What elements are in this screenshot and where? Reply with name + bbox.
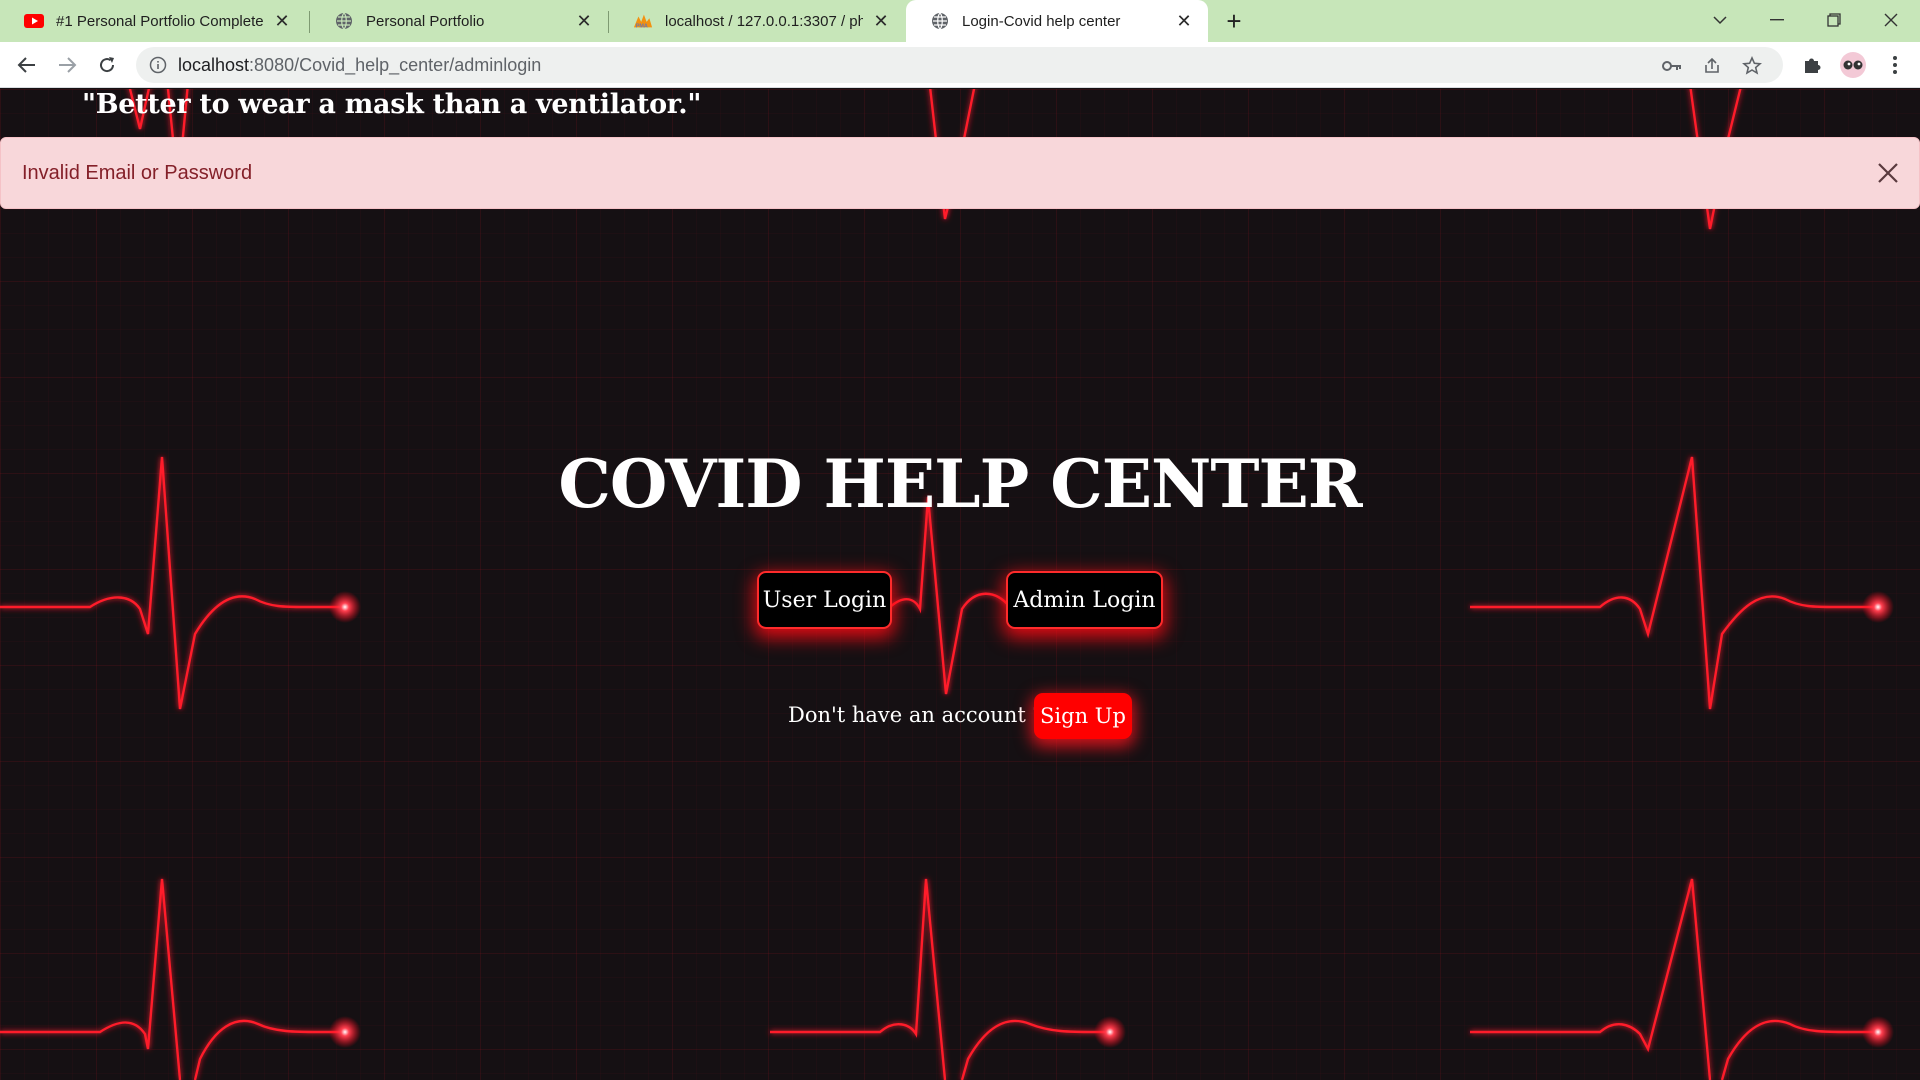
minimize-button[interactable] <box>1749 0 1805 40</box>
ecg-trace <box>1720 1019 1878 1080</box>
url-path: :8080/Covid_help_center/adminlogin <box>249 55 542 75</box>
url-text[interactable]: localhost:8080/Covid_help_center/adminlo… <box>178 55 541 76</box>
ecg-glow-dots <box>329 591 1894 1048</box>
page-viewport: "Better to wear a mask than a ventilator… <box>0 89 1920 1080</box>
ecg-trace <box>1470 878 1712 1080</box>
admin-login-button[interactable]: Admin Login <box>1006 571 1163 629</box>
minimize-icon <box>1770 19 1784 21</box>
forward-button[interactable] <box>51 49 83 81</box>
back-button[interactable] <box>11 49 43 81</box>
kebab-menu-icon[interactable] <box>1883 53 1907 77</box>
tab-search-button[interactable] <box>1692 0 1748 40</box>
glasses-avatar-icon <box>1843 60 1863 70</box>
new-tab-button[interactable]: + <box>1220 6 1248 36</box>
close-icon <box>1884 13 1898 27</box>
close-icon[interactable] <box>1875 160 1901 186</box>
tab-phpmyadmin[interactable]: PMA localhost / 127.0.0.1:3307 / pharmac… <box>609 0 905 42</box>
signup-row: Don't have an account ? Sign Up <box>0 691 1920 743</box>
ecg-heartbeat-background <box>0 89 1894 1080</box>
arrow-right-icon <box>59 57 77 73</box>
ecg-trace <box>770 878 947 1080</box>
tab-label: #1 Personal Portfolio Complete Website <box>56 12 264 30</box>
tab-label: Personal Portfolio <box>366 12 485 30</box>
mask-quote: "Better to wear a mask than a ventilator… <box>82 89 702 120</box>
reload-button[interactable] <box>91 49 123 81</box>
key-icon[interactable] <box>1661 55 1683 77</box>
address-bar[interactable]: localhost:8080/Covid_help_center/adminlo… <box>136 47 1783 83</box>
tab-login-covid[interactable]: Login-Covid help center ✕ <box>906 0 1208 42</box>
ecg-glow-dot <box>329 591 361 623</box>
close-window-button[interactable] <box>1863 0 1919 40</box>
globe-icon <box>930 11 950 31</box>
ecg-glow-dot <box>1862 591 1894 623</box>
url-host: localhost <box>178 55 250 75</box>
page-title: COVID HELP CENTER <box>558 445 1362 523</box>
browser-toolbar: localhost:8080/Covid_help_center/adminlo… <box>0 42 1920 88</box>
close-icon[interactable]: ✕ <box>1174 11 1194 31</box>
no-account-text: Don't have an account ? <box>788 703 1044 727</box>
close-icon[interactable]: ✕ <box>272 11 292 31</box>
ecg-trace <box>960 1019 1110 1080</box>
extensions-puzzle-icon[interactable] <box>1800 53 1824 77</box>
arrow-left-icon <box>17 57 35 73</box>
tab-portfolio-video[interactable]: #1 Personal Portfolio Complete Website ✕ <box>0 0 306 42</box>
alert-message: Invalid Email or Password <box>22 162 253 184</box>
profile-avatar[interactable] <box>1840 52 1866 78</box>
restore-icon <box>1827 13 1841 27</box>
ecg-glow-dot <box>1094 1016 1126 1048</box>
restore-button[interactable] <box>1806 0 1862 40</box>
ecg-glow-dot <box>1862 1016 1894 1048</box>
tab-label: localhost / 127.0.0.1:3307 / pharmacy <box>665 12 863 30</box>
ecg-traces <box>0 89 1878 1080</box>
tab-personal-portfolio[interactable]: Personal Portfolio ✕ <box>310 0 608 42</box>
info-icon[interactable] <box>148 55 168 75</box>
svg-text:PMA: PMA <box>636 23 648 29</box>
phpmyadmin-icon: PMA <box>633 11 653 31</box>
ecg-glow-dot <box>329 1016 361 1048</box>
user-login-button[interactable]: User Login <box>757 571 892 629</box>
ecg-trace <box>193 1019 345 1080</box>
tab-label: Login-Covid help center <box>962 12 1121 30</box>
ecg-trace <box>0 878 182 1080</box>
chevron-down-icon <box>1713 16 1727 25</box>
bookmark-star-icon[interactable] <box>1741 55 1763 77</box>
close-icon[interactable]: ✕ <box>871 11 891 31</box>
globe-icon <box>334 11 354 31</box>
error-alert: Invalid Email or Password <box>0 137 1920 209</box>
tab-strip: #1 Personal Portfolio Complete Website ✕… <box>0 0 1920 42</box>
youtube-icon <box>24 11 44 31</box>
reload-icon <box>100 57 115 73</box>
close-icon[interactable]: ✕ <box>574 11 594 31</box>
sign-up-button[interactable]: Sign Up <box>1034 693 1132 739</box>
share-icon[interactable] <box>1701 55 1723 77</box>
